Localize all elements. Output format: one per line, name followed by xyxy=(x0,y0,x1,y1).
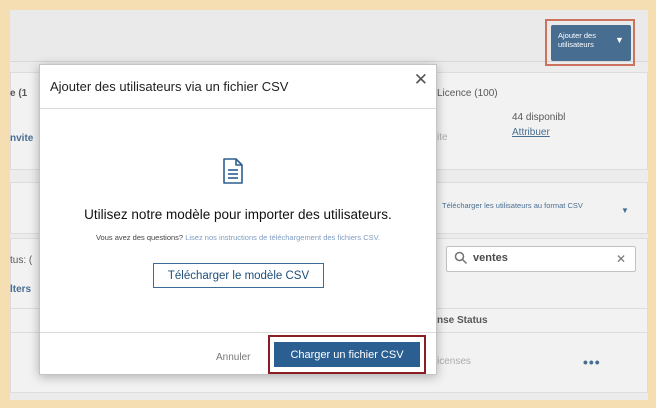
help-text: Vous avez des questions? Lisez nos instr… xyxy=(40,233,436,242)
dialog-heading: Utilisez notre modèle pour importer des … xyxy=(84,207,392,222)
upload-csv-button[interactable]: Charger un fichier CSV xyxy=(274,342,420,367)
dialog-title: Ajouter des utilisateurs via un fichier … xyxy=(50,79,289,94)
app-frame: Ajouter des utilisateurs ▼ e (1 nvite Li… xyxy=(10,10,648,400)
close-icon[interactable]: ✕ xyxy=(414,70,428,90)
file-document-icon xyxy=(223,158,243,184)
instructions-link[interactable]: Lisez nos instructions de téléchargement… xyxy=(185,233,380,242)
download-template-button[interactable]: Télécharger le modèle CSV xyxy=(153,263,324,288)
question-text: Vous avez des questions? xyxy=(95,233,184,242)
cancel-button[interactable]: Annuler xyxy=(216,352,250,363)
csv-upload-dialog: Ajouter des utilisateurs via un fichier … xyxy=(39,64,437,375)
dialog-divider xyxy=(40,108,436,109)
dialog-footer-divider xyxy=(40,332,436,333)
